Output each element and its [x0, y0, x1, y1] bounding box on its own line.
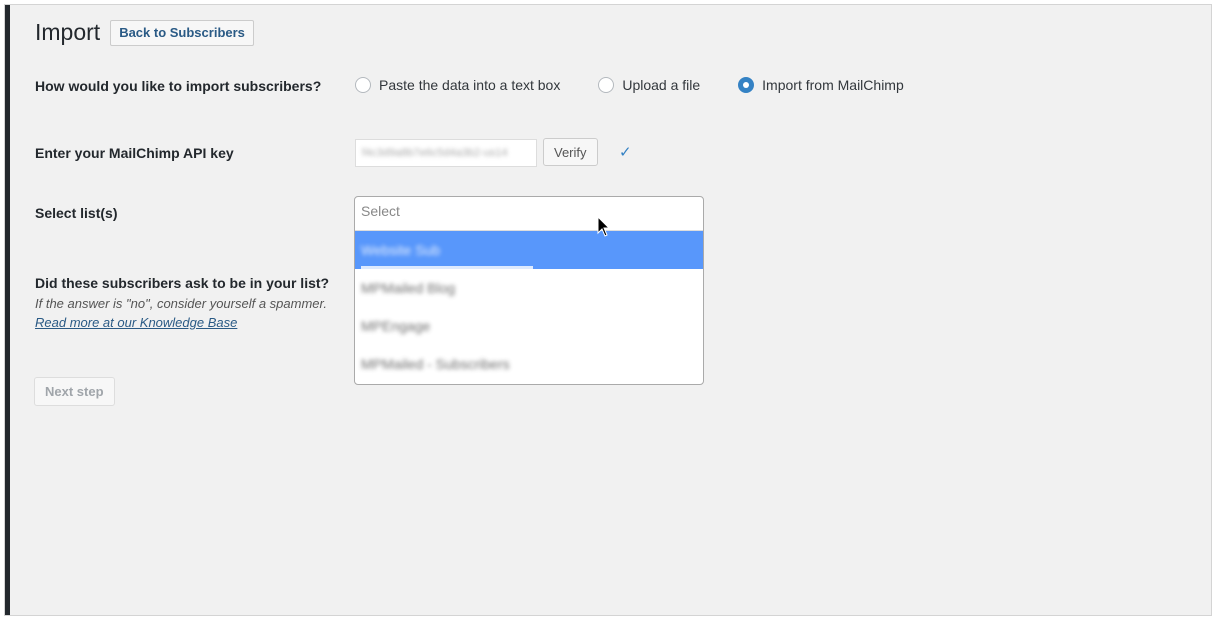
api-key-label: Enter your MailChimp API key [35, 145, 234, 161]
mouse-cursor-icon [597, 216, 611, 237]
select-lists-label: Select list(s) [35, 205, 118, 221]
import-method-radio-group: Paste the data into a text box Upload a … [355, 77, 942, 93]
radio-upload-option[interactable]: Upload a file [598, 77, 700, 93]
import-method-label: How would you like to import subscribers… [35, 78, 322, 94]
radio-paste-input[interactable] [355, 77, 371, 93]
api-key-value: f4c3d9a8b7e6c5d4a3b2-us14 [362, 147, 508, 159]
list-option[interactable]: MPMailed - Subscribers [355, 345, 703, 383]
verify-button[interactable]: Verify [543, 138, 598, 166]
consent-note: If the answer is "no", consider yourself… [35, 296, 327, 311]
import-page: Import Back to Subscribers How would you… [4, 4, 1212, 616]
list-option-label: MPMailed - Subscribers [361, 356, 510, 372]
radio-paste-option[interactable]: Paste the data into a text box [355, 77, 560, 93]
list-option-label: MPEngage [361, 318, 431, 334]
check-icon: ✓ [619, 144, 632, 161]
list-option-label: MPMailed Blog [361, 280, 456, 296]
radio-paste-label: Paste the data into a text box [379, 77, 561, 93]
consent-question: Did these subscribers ask to be in your … [35, 275, 330, 291]
list-option[interactable]: MPMailed Blog [355, 269, 703, 307]
radio-mailchimp-label: Import from MailChimp [762, 77, 904, 93]
title-row: Import Back to Subscribers [35, 19, 254, 46]
lists-select-search[interactable]: Select [355, 197, 703, 231]
list-option-label: Website Sub [361, 242, 441, 258]
knowledge-base-link[interactable]: Read more at our Knowledge Base [35, 315, 237, 330]
radio-upload-input[interactable] [598, 77, 615, 93]
next-step-button[interactable]: Next step [34, 377, 115, 406]
page-title: Import [35, 19, 101, 45]
option-underline [361, 266, 533, 269]
list-option[interactable]: Website Sub [355, 231, 703, 269]
radio-upload-label: Upload a file [622, 77, 701, 93]
back-to-subscribers-button[interactable]: Back to Subscribers [110, 19, 254, 46]
api-key-input[interactable]: f4c3d9a8b7e6c5d4a3b2-us14 [355, 139, 537, 167]
radio-mailchimp-input[interactable] [738, 77, 755, 93]
admin-sidebar-edge [5, 5, 10, 615]
list-option[interactable]: MPEngage [355, 307, 703, 345]
lists-select-dropdown[interactable]: Select Website Sub MPMailed Blog MPEngag… [354, 196, 704, 385]
radio-mailchimp-option[interactable]: Import from MailChimp [738, 77, 904, 93]
